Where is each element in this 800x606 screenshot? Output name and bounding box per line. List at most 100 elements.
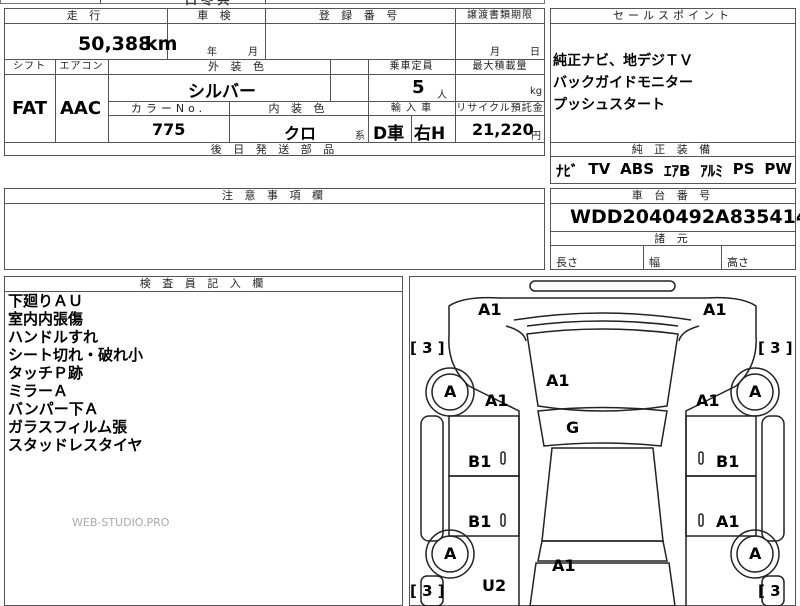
color-no-value: 775 — [152, 120, 186, 139]
inspector-line: シート切れ・破れ小 — [8, 346, 144, 364]
dims-header: 諸 元 — [654, 232, 692, 245]
wheel-fr-label: A — [749, 382, 762, 401]
wheel-fl-label: A — [444, 382, 457, 401]
transfer-deadline-header: 譲渡書類期限 — [467, 10, 533, 21]
inspector-line: ミラーＡ — [8, 382, 69, 400]
inspection-month-label: 月 — [248, 47, 258, 58]
inspector-line: バンパー下Ａ — [8, 400, 99, 418]
inspector-line: 室内内張傷 — [8, 310, 84, 328]
chassis-header: 車 台 番 号 — [631, 189, 715, 202]
interior-color-value: クロ — [284, 124, 317, 143]
capacity-unit: 人 — [437, 90, 447, 101]
handle-rl — [500, 513, 506, 527]
aircon-value: AAC — [60, 98, 102, 119]
mirror-left-shape — [505, 325, 527, 342]
door-rr-label: A1 — [716, 512, 740, 531]
recycle-header: リサイクル預託金 — [456, 103, 544, 114]
top-partial-text: 口 冬 共 — [185, 0, 230, 7]
top-divider — [100, 0, 101, 4]
door-rl-label: B1 — [468, 512, 492, 531]
spec-table — [4, 8, 545, 156]
wheel-rl-label: A — [444, 544, 457, 563]
chassis-number: WDD2040492A835414 — [570, 206, 800, 228]
equipment-item: ABS — [620, 160, 655, 178]
equipment-list: ﾅﾋﾞ TV ABS ｴｱB ｱﾙﾐ PS PW — [556, 160, 792, 181]
spec-col-line — [411, 115, 412, 142]
spec-row-line — [108, 115, 545, 116]
sill-left-shape — [420, 415, 444, 542]
import-header: 輸 入 車 — [390, 103, 433, 114]
inspection-year-label: 年 — [207, 47, 217, 58]
sales-points-list: 純正ナビ、地デジＴＶ バックガイドモニター プッシュスタート — [553, 50, 693, 116]
windshield-label: G — [566, 418, 580, 437]
handle-fl — [500, 451, 506, 465]
mileage-header: 走 行 — [66, 9, 105, 22]
equipment-item: PS — [732, 160, 755, 178]
handle-rr — [698, 513, 704, 527]
capacity-header: 乗車定員 — [389, 61, 434, 72]
wheel-rr-label: A — [749, 544, 762, 563]
chassis-col-line — [643, 245, 644, 270]
equipment-item: ﾅﾋﾞ — [556, 162, 579, 180]
inspector-line: 下廻りＡＵ — [8, 292, 84, 310]
inspector-line: ハンドルすれ — [8, 328, 99, 346]
steering-value: 右H — [414, 124, 446, 144]
notes-header: 注 意 事 項 欄 — [222, 189, 327, 202]
sales-points-divider — [550, 23, 796, 24]
width-label: 幅 — [649, 256, 660, 269]
mileage-unit: km — [145, 33, 178, 55]
recycle-unit: 円 — [531, 131, 541, 142]
bracket-tr: [ 3 ] — [758, 339, 793, 357]
roof-shape — [541, 447, 664, 542]
sales-points-header: セールスポイント — [613, 9, 733, 22]
hood-label: A1 — [546, 371, 570, 390]
inspector-line: タッチＰ跡 — [8, 364, 84, 382]
sill-right-shape — [761, 415, 785, 542]
top-divider — [265, 0, 266, 4]
trunk-label: A1 — [552, 556, 576, 575]
transfer-month-label: 月 — [490, 47, 500, 58]
interior-color-header: 内 装 色 — [268, 102, 329, 115]
later-parts-header: 後 日 発 送 部 品 — [210, 143, 339, 156]
equipment-header: 純 正 装 備 — [631, 143, 715, 156]
inspector-list: 下廻りＡＵ 室内内張傷 ハンドルすれ シート切れ・破れ小 タッチＰ跡 ミラーＡ … — [8, 292, 143, 454]
front-right-label: A1 — [703, 300, 727, 319]
mirror-right-shape — [678, 325, 700, 342]
sales-point-line: バックガイドモニター — [553, 75, 693, 91]
transfer-day-label: 日 — [530, 47, 540, 58]
watermark: WEB-STUDIO.PRO — [72, 516, 170, 529]
interior-color-suffix: 系 — [355, 131, 365, 142]
sales-point-line: 純正ナビ、地デジＴＶ — [553, 53, 693, 69]
chassis-divider — [550, 203, 796, 204]
front-bumper-shape — [529, 280, 676, 292]
recycle-value: 21,220 — [472, 120, 534, 139]
top-partial-strip — [0, 0, 545, 4]
equipment-item: ｱﾙﾐ — [700, 162, 723, 180]
chassis-col-line — [721, 245, 722, 270]
exterior-color-header: 外 装 色 — [208, 60, 268, 73]
capacity-value: 5 — [412, 77, 425, 98]
spec-row-line — [4, 23, 545, 24]
mileage-value: 50,388 — [78, 33, 152, 55]
sales-point-line: プッシュスタート — [553, 97, 665, 113]
max-load-header: 最大積載量 — [472, 61, 528, 72]
inspector-line: スタッドレスタイヤ — [8, 436, 143, 454]
front-grille-inner — [526, 320, 679, 327]
bracket-tl: [ 3 ] — [410, 339, 445, 357]
inspector-line: ガラスフィルム張 — [8, 418, 128, 436]
hood-shape — [526, 328, 679, 412]
chassis-divider — [550, 245, 796, 246]
registration-header: 登 録 番 号 — [318, 9, 402, 22]
length-label: 長さ — [556, 256, 578, 269]
exterior-color-value: シルバー — [188, 82, 256, 102]
bracket-br: [ 3 — [758, 582, 781, 600]
rear-bumper-label: U2 — [482, 576, 507, 595]
spec-row-line — [4, 74, 545, 75]
fender-right-label: A1 — [696, 391, 720, 410]
color-no-header: カラーNo. — [130, 102, 207, 115]
equipment-divider — [550, 156, 796, 157]
equipment-item: TV — [588, 160, 611, 178]
front-grille — [513, 312, 692, 321]
aircon-header: エアコン — [59, 61, 104, 72]
equipment-item: PW — [764, 160, 792, 178]
